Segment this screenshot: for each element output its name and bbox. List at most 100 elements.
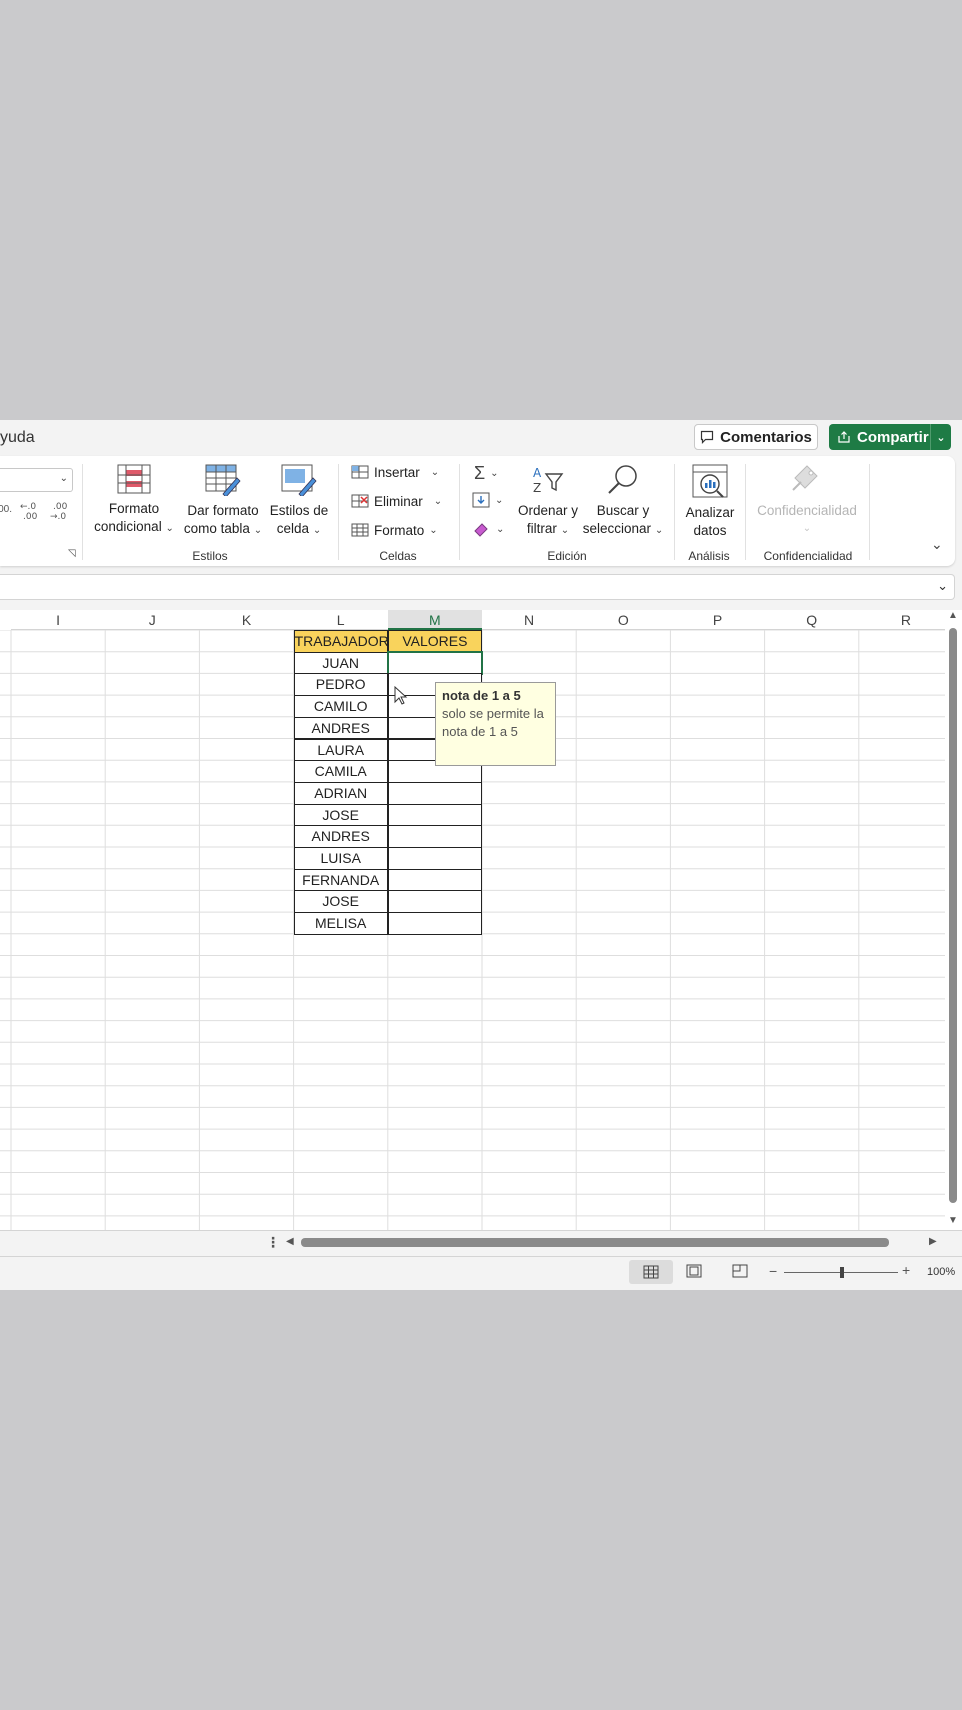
page-break-view-button[interactable]: [732, 1264, 748, 1283]
chevron-down-icon: ⌄: [253, 525, 263, 536]
dar-formato-line2: como tabla ⌄: [183, 521, 263, 536]
share-icon: [838, 431, 850, 443]
trabajador-cell[interactable]: CAMILO: [293, 695, 388, 718]
validation-input-message: nota de 1 a 5 solo se permite la nota de…: [435, 682, 556, 766]
trabajador-cell[interactable]: FERNANDA: [293, 868, 388, 892]
valor-cell[interactable]: [387, 825, 482, 848]
share-button[interactable]: Compartir ⌄: [829, 424, 951, 450]
zoom-slider-thumb[interactable]: [840, 1267, 844, 1278]
estilos-celda-line2: celda ⌄: [276, 521, 322, 536]
horizontal-scroll-thumb[interactable]: [301, 1238, 889, 1247]
tab-splitter-icon[interactable]: ⋮: [266, 1234, 280, 1251]
analizar-datos-button[interactable]: Analizar datos: [680, 464, 740, 540]
comment-icon: [701, 430, 714, 444]
group-label-estilos: Estilos: [192, 549, 228, 563]
vertical-scroll-thumb[interactable]: [949, 628, 957, 1203]
comments-label: Comentarios: [720, 428, 812, 446]
column-header-q[interactable]: Q: [764, 610, 859, 630]
trabajador-cell[interactable]: JOSE: [293, 890, 388, 914]
column-header-k[interactable]: K: [199, 610, 294, 630]
vertical-scrollbar[interactable]: ▲ ▼: [945, 610, 962, 1230]
expand-formula-bar-icon[interactable]: ⌄: [937, 578, 948, 594]
page-break-icon: [732, 1264, 748, 1278]
column-header-j[interactable]: J: [105, 610, 200, 630]
decrease-decimal-button[interactable]: .00 →.0: [0, 504, 12, 518]
valor-cell[interactable]: [387, 847, 482, 870]
tooltip-title: nota de 1 a 5: [442, 688, 521, 703]
column-header-r[interactable]: R: [858, 610, 953, 630]
separator: [82, 464, 83, 560]
worksheet-grid[interactable]: IJKLMNOPQR TRABAJADOR VALORES JUAN PEDRO CAM…: [0, 610, 953, 1230]
formato-label: Formato: [374, 522, 425, 538]
trabajador-cell[interactable]: LUISA: [293, 847, 388, 870]
scroll-up-icon[interactable]: ▲: [948, 610, 958, 621]
trabajador-cell[interactable]: LAURA: [293, 738, 388, 762]
zoom-level[interactable]: 100%: [927, 1266, 955, 1278]
formula-bar[interactable]: ⌄: [0, 574, 955, 600]
active-valor-cell[interactable]: [386, 650, 483, 676]
scroll-right-icon[interactable]: ▶: [929, 1236, 937, 1247]
analyze-data-icon: [692, 464, 728, 498]
trabajador-cell[interactable]: ADRIAN: [293, 781, 388, 805]
group-label-edicion: Edición: [547, 549, 587, 563]
column-header-m[interactable]: M: [387, 610, 482, 630]
valor-cell[interactable]: [387, 912, 482, 935]
estilos-celda-button[interactable]: Estilos de celda ⌄: [266, 464, 332, 540]
fill-button[interactable]: ⌄: [472, 492, 503, 508]
zoom-out-icon[interactable]: −: [769, 1263, 777, 1279]
column-header-i[interactable]: I: [11, 610, 106, 630]
valor-cell[interactable]: [387, 890, 482, 914]
valor-cell[interactable]: [387, 868, 482, 892]
delete-cells-icon: [351, 494, 369, 508]
comments-button[interactable]: Comentarios: [694, 424, 818, 450]
autosum-button[interactable]: Σ ⌄: [474, 463, 499, 484]
header-valores[interactable]: VALORES: [387, 630, 482, 653]
dar-formato-tabla-button[interactable]: Dar formato como tabla ⌄: [180, 464, 266, 540]
number-format-dropdown[interactable]: ⌄: [0, 468, 73, 492]
ordenar-filtrar-button[interactable]: A Z Ordenar y filtrar ⌄: [515, 464, 581, 540]
increase-decimal-button[interactable]: ←.0.00: [19, 500, 41, 527]
scroll-left-icon[interactable]: ◀: [286, 1236, 294, 1247]
separator: [674, 464, 675, 560]
buscar-line2: seleccionar ⌄: [582, 521, 664, 536]
trabajador-cell[interactable]: MELISA: [293, 912, 388, 935]
header-trabajador[interactable]: TRABAJADOR: [293, 630, 389, 653]
svg-text:A: A: [533, 466, 542, 480]
chevron-down-icon: ⌄: [433, 495, 443, 507]
share-dropdown-icon[interactable]: ⌄: [930, 424, 951, 450]
confidencialidad-button[interactable]: Confidencialidad ⌄: [752, 464, 862, 538]
zoom-in-icon[interactable]: +: [902, 1262, 910, 1278]
zoom-slider[interactable]: [784, 1267, 898, 1278]
tab-ayuda[interactable]: yuda: [0, 429, 35, 447]
normal-view-button[interactable]: [629, 1260, 673, 1284]
valor-cell[interactable]: [387, 781, 482, 805]
trabajador-cell[interactable]: ANDRES: [293, 716, 388, 740]
eraser-icon: [474, 523, 488, 537]
valor-cell[interactable]: [387, 803, 482, 827]
trabajador-cell[interactable]: CAMILA: [293, 760, 388, 783]
trabajador-cell[interactable]: ANDRES: [293, 825, 388, 848]
column-header-o[interactable]: O: [576, 610, 671, 630]
formato-button[interactable]: Formato ⌄: [351, 522, 438, 538]
trabajador-cell[interactable]: JUAN: [293, 651, 388, 675]
ribbon-collapse-icon[interactable]: ⌄: [931, 536, 943, 553]
trabajador-cell[interactable]: JOSE: [293, 803, 388, 827]
svg-text:Z: Z: [533, 481, 541, 495]
column-header-p[interactable]: P: [670, 610, 765, 630]
insertar-button[interactable]: Insertar ⌄: [351, 464, 439, 480]
column-header-l[interactable]: L: [293, 610, 388, 630]
formato-condicional-button[interactable]: Formato condicional ⌄: [90, 464, 178, 538]
scroll-down-icon[interactable]: ▼: [948, 1215, 958, 1226]
eliminar-button[interactable]: Eliminar ⌄: [351, 493, 442, 509]
decrease-decimal-button-2[interactable]: .00 →.0: [49, 500, 71, 527]
page-layout-view-button[interactable]: [686, 1264, 702, 1283]
fill-down-icon: [472, 492, 490, 508]
buscar-seleccionar-button[interactable]: Buscar y seleccionar ⌄: [582, 464, 664, 540]
buscar-line1: Buscar y: [596, 503, 650, 518]
clear-button[interactable]: ⌄: [473, 521, 504, 537]
title-tab-bar: yuda Comentarios Compartir ⌄: [0, 420, 962, 458]
horizontal-scroll-row: ⋮ ◀ ▶: [0, 1230, 962, 1254]
trabajador-cell[interactable]: PEDRO: [293, 673, 388, 697]
number-dialog-launcher-icon[interactable]: ◹: [68, 548, 76, 559]
column-header-n[interactable]: N: [482, 610, 577, 630]
